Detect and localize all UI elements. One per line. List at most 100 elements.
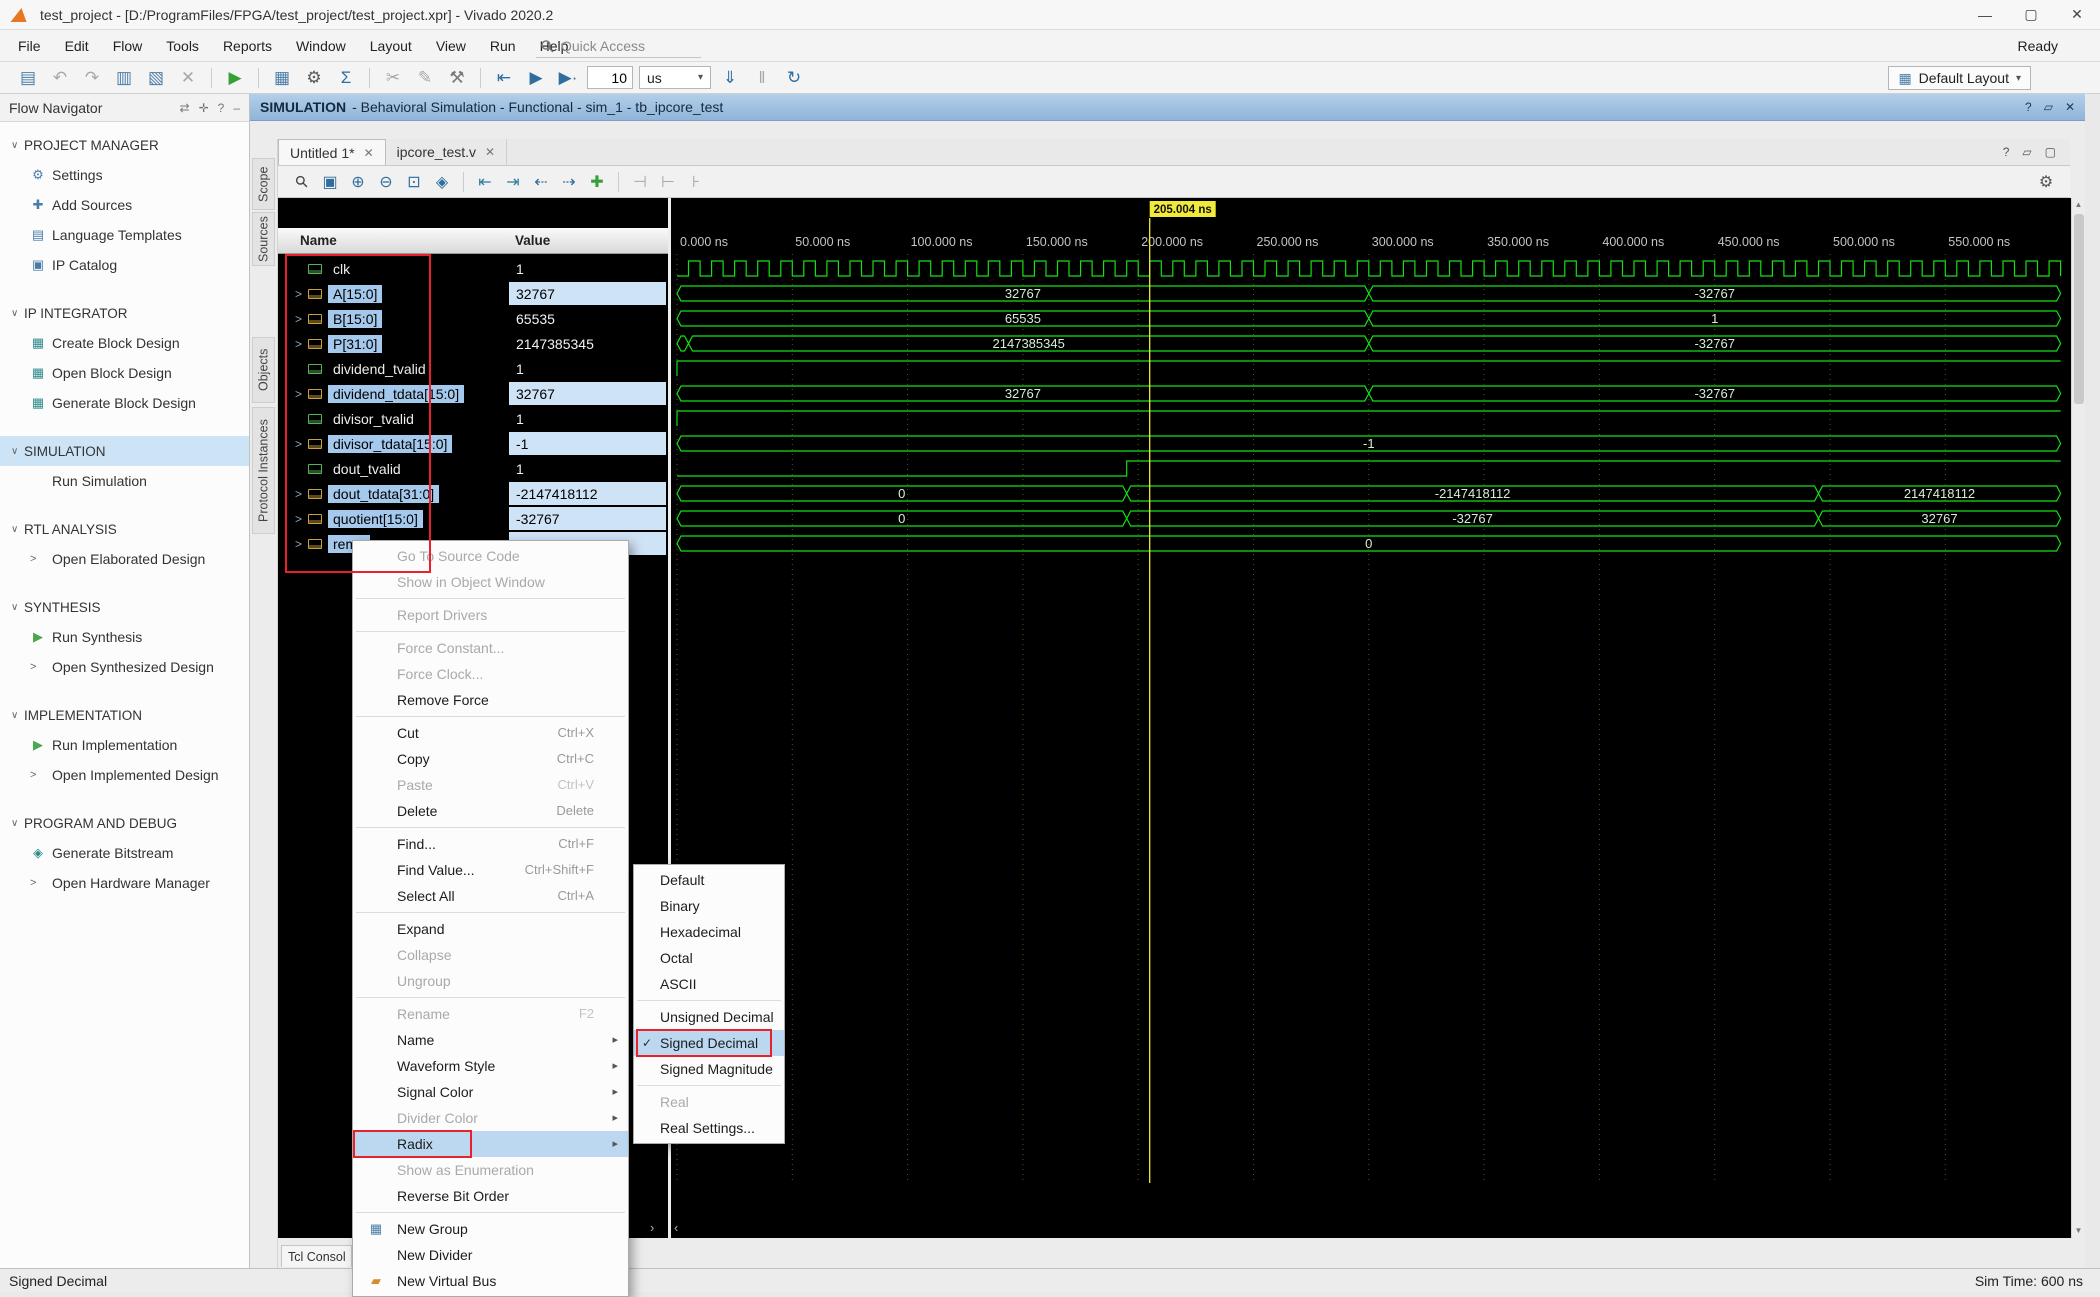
run-for-time-icon[interactable]: ▶· <box>552 63 584 93</box>
menu-item-expand[interactable]: Expand <box>353 916 628 942</box>
menu-reports[interactable]: Reports <box>211 30 284 61</box>
expand-chevron-icon[interactable]: > <box>30 661 46 673</box>
relaunch-icon[interactable]: ↻ <box>778 63 810 93</box>
flow-item-open-block-design[interactable]: ▦Open Block Design <box>0 358 249 388</box>
flow-section-header-ip-integrator[interactable]: ∨IP INTEGRATOR <box>0 298 249 328</box>
maximize-button[interactable]: ▢ <box>2008 0 2054 29</box>
menu-item-signed-magnitude[interactable]: Signed Magnitude <box>634 1056 784 1082</box>
splitter-collapse-left-icon[interactable]: ‹ <box>674 1220 678 1235</box>
menu-item-copy[interactable]: CopyCtrl+C <box>353 746 628 772</box>
go-to-time-zero-icon[interactable]: ⇤ <box>471 172 499 192</box>
signal-row-divisor-tvalid[interactable]: divisor_tvalid1 <box>278 406 668 431</box>
expand-chevron-icon[interactable]: > <box>295 487 308 501</box>
scroll-up-icon[interactable]: ▲ <box>2072 198 2085 212</box>
menu-item-signal-color[interactable]: Signal Color▸ <box>353 1079 628 1105</box>
menu-file[interactable]: File <box>6 30 53 61</box>
maximize-icon[interactable]: ▢ <box>2045 145 2056 159</box>
signal-row-clk[interactable]: clk1 <box>278 256 668 281</box>
tab-close-icon[interactable]: ✕ <box>364 146 374 160</box>
flow-item-settings[interactable]: ⚙Settings <box>0 160 249 190</box>
flow-item-generate-bitstream[interactable]: ◈Generate Bitstream <box>0 838 249 868</box>
tab-untitled-1[interactable]: Untitled 1*✕ <box>278 139 386 165</box>
flow-section-header-simulation[interactable]: ∨SIMULATION <box>0 436 249 466</box>
signal-row-dividend-tvalid[interactable]: dividend_tvalid1 <box>278 356 668 381</box>
next-transition-icon[interactable]: ⇢ <box>555 172 583 192</box>
flow-item-open-hardware-manager[interactable]: >Open Hardware Manager <box>0 868 249 898</box>
tab-close-icon[interactable]: ✕ <box>485 145 495 159</box>
help-icon[interactable]: ? <box>2003 145 2010 159</box>
menu-item-real-settings[interactable]: Real Settings... <box>634 1115 784 1141</box>
zoom-out-icon[interactable]: ⊖ <box>372 172 400 192</box>
menu-item-cut[interactable]: CutCtrl+X <box>353 720 628 746</box>
flow-section-header-project-manager[interactable]: ∨PROJECT MANAGER <box>0 130 249 160</box>
flow-item-run-synthesis[interactable]: ▶Run Synthesis <box>0 622 249 652</box>
scroll-down-icon[interactable]: ▼ <box>2072 1224 2085 1238</box>
flow-item-run-simulation[interactable]: Run Simulation <box>0 466 249 496</box>
signal-row-a-15-0[interactable]: >A[15:0]32767 <box>278 281 668 306</box>
signal-row-divisor-tdata-15-0[interactable]: >divisor_tdata[15:0]-1 <box>278 431 668 456</box>
signal-row-quotient-15-0[interactable]: >quotient[15:0]-32767 <box>278 506 668 531</box>
run-all-icon[interactable]: ▶ <box>520 63 552 93</box>
expand-chevron-icon[interactable]: > <box>295 387 308 401</box>
close-button[interactable]: ✕ <box>2054 0 2100 29</box>
signal-row-dividend-tdata-15-0[interactable]: >dividend_tdata[15:0]32767 <box>278 381 668 406</box>
flow-item-generate-block-design[interactable]: ▦Generate Block Design <box>0 388 249 418</box>
menu-item-unsigned-decimal[interactable]: Unsigned Decimal <box>634 1004 784 1030</box>
signal-row-b-15-0[interactable]: >B[15:0]65535 <box>278 306 668 331</box>
flow-item-add-sources[interactable]: ✚Add Sources <box>0 190 249 220</box>
help-icon[interactable]: ? <box>218 101 225 115</box>
menu-item-default[interactable]: Default <box>634 867 784 893</box>
menu-item-new-group[interactable]: New Group▦ <box>353 1216 628 1242</box>
flow-item-run-implementation[interactable]: ▶Run Implementation <box>0 730 249 760</box>
menu-item-waveform-style[interactable]: Waveform Style▸ <box>353 1053 628 1079</box>
float-icon[interactable]: ▱ <box>2022 145 2031 159</box>
expand-chevron-icon[interactable]: > <box>295 312 308 326</box>
time-unit-select[interactable]: us▾ <box>639 66 711 89</box>
menu-layout[interactable]: Layout <box>358 30 424 61</box>
collapse-icon[interactable]: ‒ <box>233 101 240 115</box>
layout-selector[interactable]: ▦ Default Layout ▾ <box>1888 66 2031 90</box>
find-icon[interactable]: ⚲ <box>285 165 319 199</box>
menu-edit[interactable]: Edit <box>53 30 101 61</box>
menu-view[interactable]: View <box>424 30 478 61</box>
dashboard-icon[interactable]: ▦ <box>266 63 298 93</box>
waveform-canvas[interactable]: 0.000 ns50.000 ns100.000 ns150.000 ns200… <box>671 198 2071 1238</box>
side-tab-scope[interactable]: Scope <box>252 158 275 210</box>
side-tab-protocol-instances[interactable]: Protocol Instances <box>252 407 275 534</box>
zoom-to-cursor-icon[interactable]: ◈ <box>428 172 456 192</box>
zoom-fit-icon[interactable]: ⊡ <box>400 172 428 192</box>
menu-item-signed-decimal[interactable]: Signed Decimal✓ <box>634 1030 784 1056</box>
flow-section-header-rtl-analysis[interactable]: ∨RTL ANALYSIS <box>0 514 249 544</box>
side-tab-sources[interactable]: Sources <box>252 212 275 266</box>
menu-tools[interactable]: Tools <box>154 30 211 61</box>
menu-window[interactable]: Window <box>284 30 358 61</box>
splitter-collapse-right-icon[interactable]: › <box>650 1220 654 1235</box>
help-icon[interactable]: ? <box>2025 100 2032 114</box>
menu-item-reverse-bit-order[interactable]: Reverse Bit Order <box>353 1183 628 1209</box>
tab-ipcore-test-v[interactable]: ipcore_test.v✕ <box>386 139 507 165</box>
flow-item-create-block-design[interactable]: ▦Create Block Design <box>0 328 249 358</box>
menu-item-octal[interactable]: Octal <box>634 945 784 971</box>
step-icon[interactable]: ⇓ <box>714 63 746 93</box>
flow-section-header-synthesis[interactable]: ∨SYNTHESIS <box>0 592 249 622</box>
quick-access-search[interactable]: Quick Access <box>536 34 701 58</box>
expand-chevron-icon[interactable]: > <box>295 287 308 301</box>
wave-settings-gear-icon[interactable]: ⚙ <box>2032 172 2060 192</box>
menu-item-delete[interactable]: DeleteDelete <box>353 798 628 824</box>
expand-all-icon[interactable]: ✛ <box>199 101 209 115</box>
expand-chevron-icon[interactable]: > <box>30 877 46 889</box>
expand-chevron-icon[interactable]: > <box>30 553 46 565</box>
flow-item-open-synthesized-design[interactable]: >Open Synthesized Design <box>0 652 249 682</box>
paste-icon[interactable]: ▧ <box>140 63 172 93</box>
side-tab-objects[interactable]: Objects <box>252 337 275 403</box>
toggle-icon[interactable]: ⇄ <box>180 101 190 115</box>
restart-sim-icon[interactable]: ⇤ <box>488 63 520 93</box>
open-project-icon[interactable]: ▤ <box>12 63 44 93</box>
flow-item-language-templates[interactable]: ▤Language Templates <box>0 220 249 250</box>
minimize-button[interactable]: — <box>1962 0 2008 29</box>
run-icon[interactable]: ▶ <box>219 63 251 93</box>
waveform-scrollbar[interactable]: ▲ ▼ <box>2071 198 2085 1238</box>
menu-item-new-virtual-bus[interactable]: New Virtual Bus▰ <box>353 1268 628 1294</box>
menu-item-ascii[interactable]: ASCII <box>634 971 784 997</box>
signal-row-dout-tdata-31-0[interactable]: >dout_tdata[31:0]-2147418112 <box>278 481 668 506</box>
